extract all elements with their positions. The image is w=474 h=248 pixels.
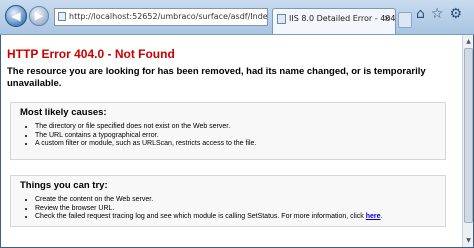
tab-page-icon	[277, 14, 286, 24]
most-likely-causes-panel: Most likely causes: The directory or fil…	[10, 102, 446, 160]
toolbar-icons[interactable]: ⌂☆⚙	[416, 6, 468, 22]
browser-toolbar: ◀ ▶ http://localhost:52652/umbraco/surfa…	[0, 0, 474, 35]
list-item: The URL contains a typographical error.	[35, 132, 256, 141]
link-suffix: .	[380, 213, 383, 220]
more-info-link[interactable]: here	[366, 213, 381, 220]
address-text: http://localhost:52652/umbraco/surface/a…	[69, 12, 268, 21]
list-item: Create the content on the Web server.	[35, 196, 382, 205]
tries-list: Create the content on the Web server. Re…	[25, 196, 382, 222]
error-description: The resource you are looking for has bee…	[7, 66, 426, 89]
error-title: HTTP Error 404.0 - Not Found	[7, 47, 175, 61]
page-icon	[58, 12, 66, 21]
vertical-scrollbar[interactable]: ▲ ▼	[462, 35, 473, 247]
address-bar[interactable]: http://localhost:52652/umbraco/surface/a…	[54, 8, 268, 26]
back-button[interactable]: ◀	[5, 5, 27, 27]
tries-heading: Things you can try:	[20, 180, 108, 191]
scroll-thumb[interactable]	[464, 48, 473, 223]
list-item: A custom filter or module, such as URLSc…	[35, 140, 256, 149]
list-item: The directory or file specified does not…	[35, 123, 256, 132]
tab-error-page[interactable]: IIS 8.0 Detailed Error - 404.0 ... ×	[272, 8, 396, 34]
things-you-can-try-panel: Things you can try: Create the content o…	[10, 175, 446, 227]
causes-heading: Most likely causes:	[20, 107, 107, 118]
list-item: Check the failed request tracing log and…	[35, 213, 382, 222]
tab-close-icon[interactable]: ×	[383, 9, 391, 29]
page-viewport: HTTP Error 404.0 - Not Found The resourc…	[1, 35, 462, 247]
scroll-up-arrow-icon[interactable]: ▲	[464, 37, 473, 46]
causes-list: The directory or file specified does not…	[25, 123, 256, 149]
scroll-down-arrow-icon[interactable]: ▼	[464, 236, 473, 245]
tab-title: IIS 8.0 Detailed Error - 404.0 ...	[289, 14, 396, 23]
new-tab-button[interactable]	[398, 12, 412, 28]
forward-button[interactable]: ▶	[29, 6, 49, 26]
list-item: Review the browser URL.	[35, 205, 382, 214]
list-item-text: Check the failed request tracing log and…	[35, 213, 364, 220]
